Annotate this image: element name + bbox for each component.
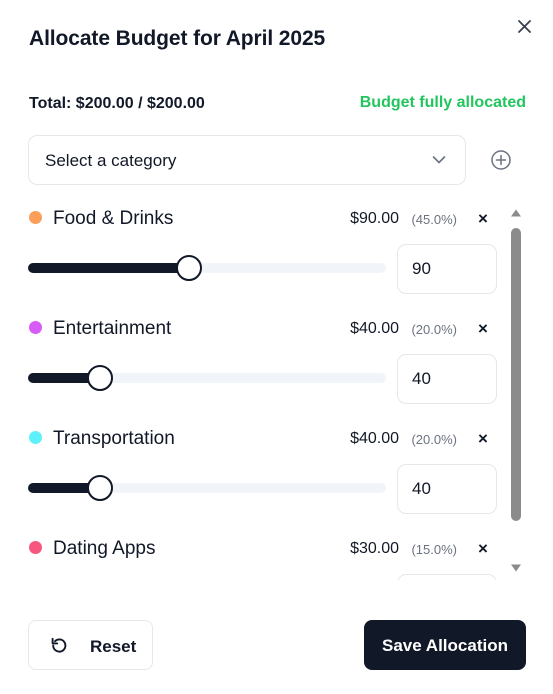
chevron-down-icon (432, 156, 446, 164)
close-icon (518, 20, 531, 33)
save-allocation-label: Save Allocation (382, 636, 508, 655)
allocate-budget-dialog: Allocate Budget for April 2025 Total: $2… (0, 0, 553, 694)
slider-thumb[interactable] (86, 365, 113, 391)
allocation-percent: (20.0%) (411, 432, 457, 447)
allocation-amount-input[interactable]: 90 (397, 244, 497, 294)
reset-button-label: Reset (90, 637, 137, 656)
total-allocated-text: Total: $200.00 / $200.00 (29, 95, 205, 112)
allocation-amount: $30.00 (350, 540, 399, 557)
allocation-amount: $40.00 (350, 320, 399, 337)
remove-category-button[interactable]: × (476, 209, 490, 229)
slider-thumb[interactable] (176, 255, 203, 281)
scroll-down-arrow-icon[interactable] (510, 563, 522, 573)
allocation-slider[interactable] (28, 365, 386, 391)
allocation-percent: (20.0%) (411, 322, 457, 337)
allocation-amount-input[interactable]: 30 (397, 574, 497, 580)
save-allocation-button[interactable]: Save Allocation (364, 620, 526, 670)
dialog-title: Allocate Budget for April 2025 (29, 27, 326, 50)
remove-category-button[interactable]: × (476, 539, 490, 559)
allocation-amount-input[interactable]: 40 (397, 464, 497, 514)
category-select[interactable]: Select a category (28, 135, 466, 185)
allocation-status-text: Budget fully allocated (359, 94, 526, 111)
category-name: Transportation (53, 428, 175, 449)
category-name: Dating Apps (53, 538, 156, 559)
allocation-slider[interactable] (28, 255, 386, 281)
allocation-list-scrollbar[interactable] (509, 208, 523, 578)
category-name: Food & Drinks (53, 208, 174, 229)
allocation-percent: (45.0%) (411, 212, 457, 227)
allocation-item: Transportation $40.00 (20.0%) × 40 (0, 416, 510, 526)
allocation-amount: $90.00 (350, 210, 399, 227)
allocation-item: Dating Apps $30.00 (15.0%) × 30 (0, 526, 510, 580)
plus-circle-icon (491, 150, 511, 170)
remove-category-button[interactable]: × (476, 429, 490, 449)
remove-category-button[interactable]: × (476, 319, 490, 339)
allocation-amount: $40.00 (350, 430, 399, 447)
allocation-amount-input[interactable]: 40 (397, 354, 497, 404)
allocation-list: Food & Drinks $90.00 (45.0%) × 90 Entert… (0, 196, 553, 580)
category-color-dot (29, 321, 42, 334)
category-color-dot (29, 211, 42, 224)
category-color-dot (29, 541, 42, 554)
allocation-item: Food & Drinks $90.00 (45.0%) × 90 (0, 196, 510, 306)
category-color-dot (29, 431, 42, 444)
allocation-slider[interactable] (28, 475, 386, 501)
allocation-item: Entertainment $40.00 (20.0%) × 40 (0, 306, 510, 416)
close-button[interactable] (515, 17, 535, 37)
scroll-up-arrow-icon[interactable] (510, 208, 522, 218)
rotate-ccw-icon (51, 637, 67, 653)
allocation-percent: (15.0%) (411, 542, 457, 557)
reset-button[interactable]: Reset (28, 620, 153, 670)
slider-thumb[interactable] (86, 475, 113, 501)
category-name: Entertainment (53, 318, 172, 339)
add-category-button[interactable] (490, 149, 512, 171)
scrollbar-thumb[interactable] (511, 228, 521, 521)
slider-fill (28, 263, 190, 273)
category-select-value: Select a category (45, 151, 177, 170)
